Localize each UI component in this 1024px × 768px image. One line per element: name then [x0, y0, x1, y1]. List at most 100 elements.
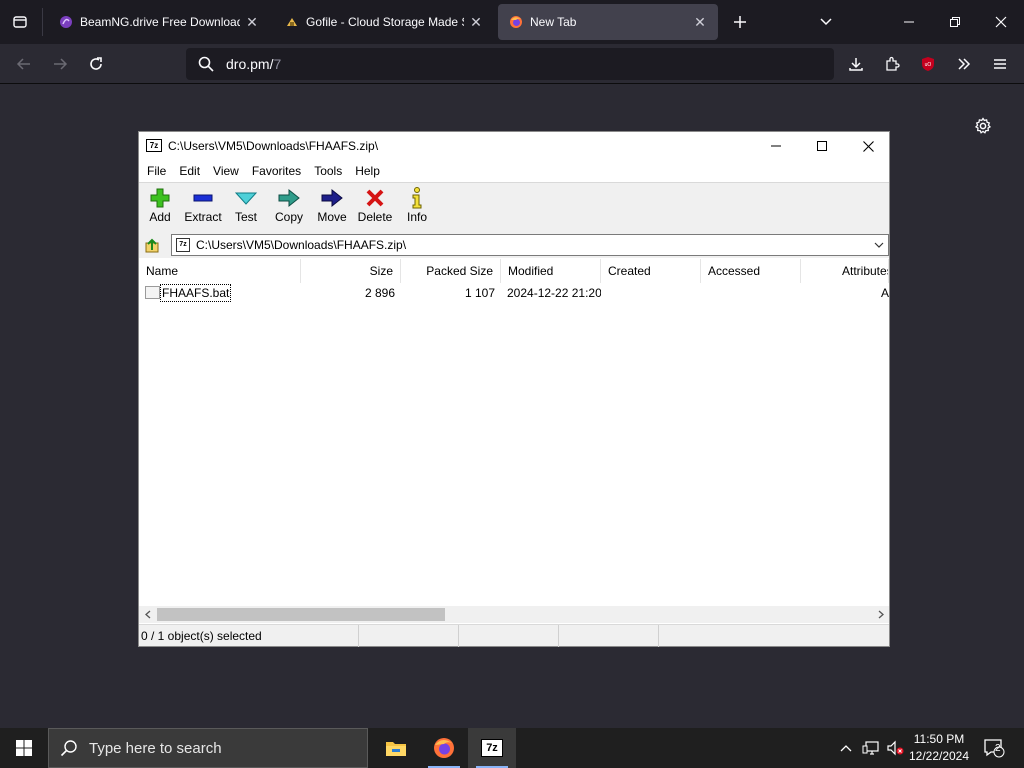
- tab-beamng[interactable]: BeamNG.drive Free Download ( ✕: [48, 4, 270, 40]
- close-icon: [995, 16, 1007, 28]
- downloads-button[interactable]: [840, 48, 872, 80]
- svg-text:uO: uO: [925, 62, 932, 68]
- gofile-favicon-icon: [284, 14, 300, 30]
- 7zip-window: 7z C:\Users\VM5\Downloads\FHAAFS.zip\ Fi…: [138, 131, 890, 647]
- beamng-favicon-icon: [58, 14, 74, 30]
- extract-label: Extract: [184, 210, 222, 224]
- scrollbar-thumb[interactable]: [157, 608, 445, 621]
- 7zip-minimize-button[interactable]: [753, 132, 799, 160]
- taskbar-clock[interactable]: 11:50 PM 12/22/2024: [906, 731, 972, 765]
- volume-button[interactable]: [884, 728, 906, 768]
- tab-close-icon[interactable]: ✕: [468, 14, 484, 30]
- search-placeholder: Type here to search: [89, 739, 222, 757]
- file-name: FHAAFS.bat: [160, 284, 232, 302]
- file-row[interactable]: FHAAFS.bat 2 896 1 107 2024-12-22 21:20 …: [139, 283, 889, 303]
- file-explorer-taskbar-button[interactable]: [372, 728, 420, 768]
- close-window-button[interactable]: [978, 0, 1024, 44]
- scroll-right-icon[interactable]: [872, 606, 889, 623]
- navigation-bar: dro.pm/7 uO: [0, 44, 1024, 84]
- arrow-right-icon: [54, 58, 68, 70]
- firefox-taskbar-button[interactable]: [420, 728, 468, 768]
- newtab-settings-button[interactable]: [970, 113, 996, 139]
- copy-button[interactable]: Copy: [273, 187, 305, 231]
- info-button[interactable]: Info: [403, 187, 431, 231]
- chevron-down-icon[interactable]: [872, 238, 886, 252]
- test-label: Test: [234, 210, 257, 224]
- copy-arrow-icon: [277, 187, 301, 209]
- column-created[interactable]: Created: [601, 259, 701, 283]
- 7zip-close-button[interactable]: [845, 132, 891, 160]
- menu-favorites[interactable]: Favorites: [252, 164, 301, 178]
- up-folder-button[interactable]: [143, 236, 161, 254]
- overflow-menu-button[interactable]: [948, 48, 980, 80]
- clock-date: 12/22/2024: [908, 749, 970, 763]
- info-label: Info: [406, 210, 427, 224]
- batch-file-icon: [145, 286, 160, 299]
- network-button[interactable]: [860, 728, 882, 768]
- tab-title: New Tab: [530, 15, 577, 29]
- list-all-tabs-button[interactable]: [812, 6, 840, 38]
- tab-title: BeamNG.drive Free Download (: [80, 15, 240, 29]
- column-modified[interactable]: Modified: [501, 259, 601, 283]
- action-center-button[interactable]: 2: [980, 728, 1008, 768]
- back-button[interactable]: [8, 48, 40, 80]
- extract-button[interactable]: Extract: [181, 187, 225, 231]
- ublock-origin-button[interactable]: uO: [912, 48, 944, 80]
- restore-button[interactable]: [932, 0, 978, 44]
- column-packed-size[interactable]: Packed Size: [401, 259, 501, 283]
- test-button[interactable]: Test: [231, 187, 261, 231]
- speaker-muted-icon: [887, 740, 904, 756]
- 7zip-titlebar[interactable]: 7z C:\Users\VM5\Downloads\FHAAFS.zip\: [139, 132, 889, 160]
- menu-view[interactable]: View: [213, 164, 239, 178]
- delete-button[interactable]: Delete: [355, 187, 395, 231]
- url-host: dro.pm/: [226, 56, 274, 72]
- hamburger-menu-icon: [994, 59, 1006, 69]
- info-icon: [405, 187, 429, 209]
- tab-title: Gofile - Cloud Storage Made Si: [306, 15, 464, 29]
- move-label: Move: [317, 210, 347, 224]
- double-chevron-right-icon: [958, 58, 971, 70]
- file-accessed: [707, 283, 801, 303]
- forward-button[interactable]: [44, 48, 76, 80]
- horizontal-scrollbar[interactable]: [139, 606, 889, 623]
- url-path: 7: [273, 56, 282, 72]
- 7zip-maximize-button[interactable]: [799, 132, 845, 160]
- column-attributes[interactable]: Attributes: [801, 259, 889, 283]
- tab-close-icon[interactable]: ✕: [692, 14, 708, 30]
- address-combobox[interactable]: 7z C:\Users\VM5\Downloads\FHAAFS.zip\: [171, 234, 889, 256]
- reload-button[interactable]: [80, 48, 112, 80]
- notifications-icon: [984, 739, 1005, 758]
- 7zip-icon: 7z: [481, 739, 503, 757]
- tab-gofile[interactable]: Gofile - Cloud Storage Made Si ✕: [274, 4, 494, 40]
- file-packed-size: 1 107: [464, 286, 495, 300]
- app-menu-button[interactable]: [984, 48, 1016, 80]
- move-button[interactable]: Move: [315, 187, 349, 231]
- add-button[interactable]: Add: [145, 187, 175, 231]
- 7zip-taskbar-button[interactable]: 7z: [468, 728, 516, 768]
- show-hidden-icons-button[interactable]: [836, 728, 856, 768]
- tab-new-tab[interactable]: New Tab ✕: [498, 4, 718, 40]
- start-button[interactable]: [0, 728, 48, 768]
- url-bar[interactable]: dro.pm/7: [186, 48, 834, 80]
- tab-close-icon[interactable]: ✕: [244, 14, 260, 30]
- firefox-view-icon: [13, 16, 27, 28]
- menu-edit[interactable]: Edit: [179, 164, 200, 178]
- menu-help[interactable]: Help: [355, 164, 380, 178]
- column-accessed[interactable]: Accessed: [701, 259, 801, 283]
- status-panel-3: [459, 625, 559, 647]
- new-tab-button[interactable]: [726, 6, 754, 38]
- taskbar: Type here to search 7z 11:50 PM 12/22/20…: [0, 728, 1024, 768]
- menu-file[interactable]: File: [147, 164, 166, 178]
- column-size[interactable]: Size: [301, 259, 401, 283]
- 7zip-toolbar: Add Extract Test Copy Move Delete Info: [139, 182, 889, 232]
- move-arrow-icon: [320, 187, 344, 209]
- folder-up-icon: [145, 238, 159, 253]
- menu-tools[interactable]: Tools: [314, 164, 342, 178]
- extensions-button[interactable]: [876, 48, 908, 80]
- minimize-button[interactable]: [886, 0, 932, 44]
- firefox-view-button[interactable]: [0, 0, 40, 44]
- scroll-left-icon[interactable]: [139, 606, 156, 623]
- taskbar-search-box[interactable]: Type here to search: [48, 728, 368, 768]
- column-name[interactable]: Name: [139, 259, 301, 283]
- windows-logo-icon: [16, 740, 32, 756]
